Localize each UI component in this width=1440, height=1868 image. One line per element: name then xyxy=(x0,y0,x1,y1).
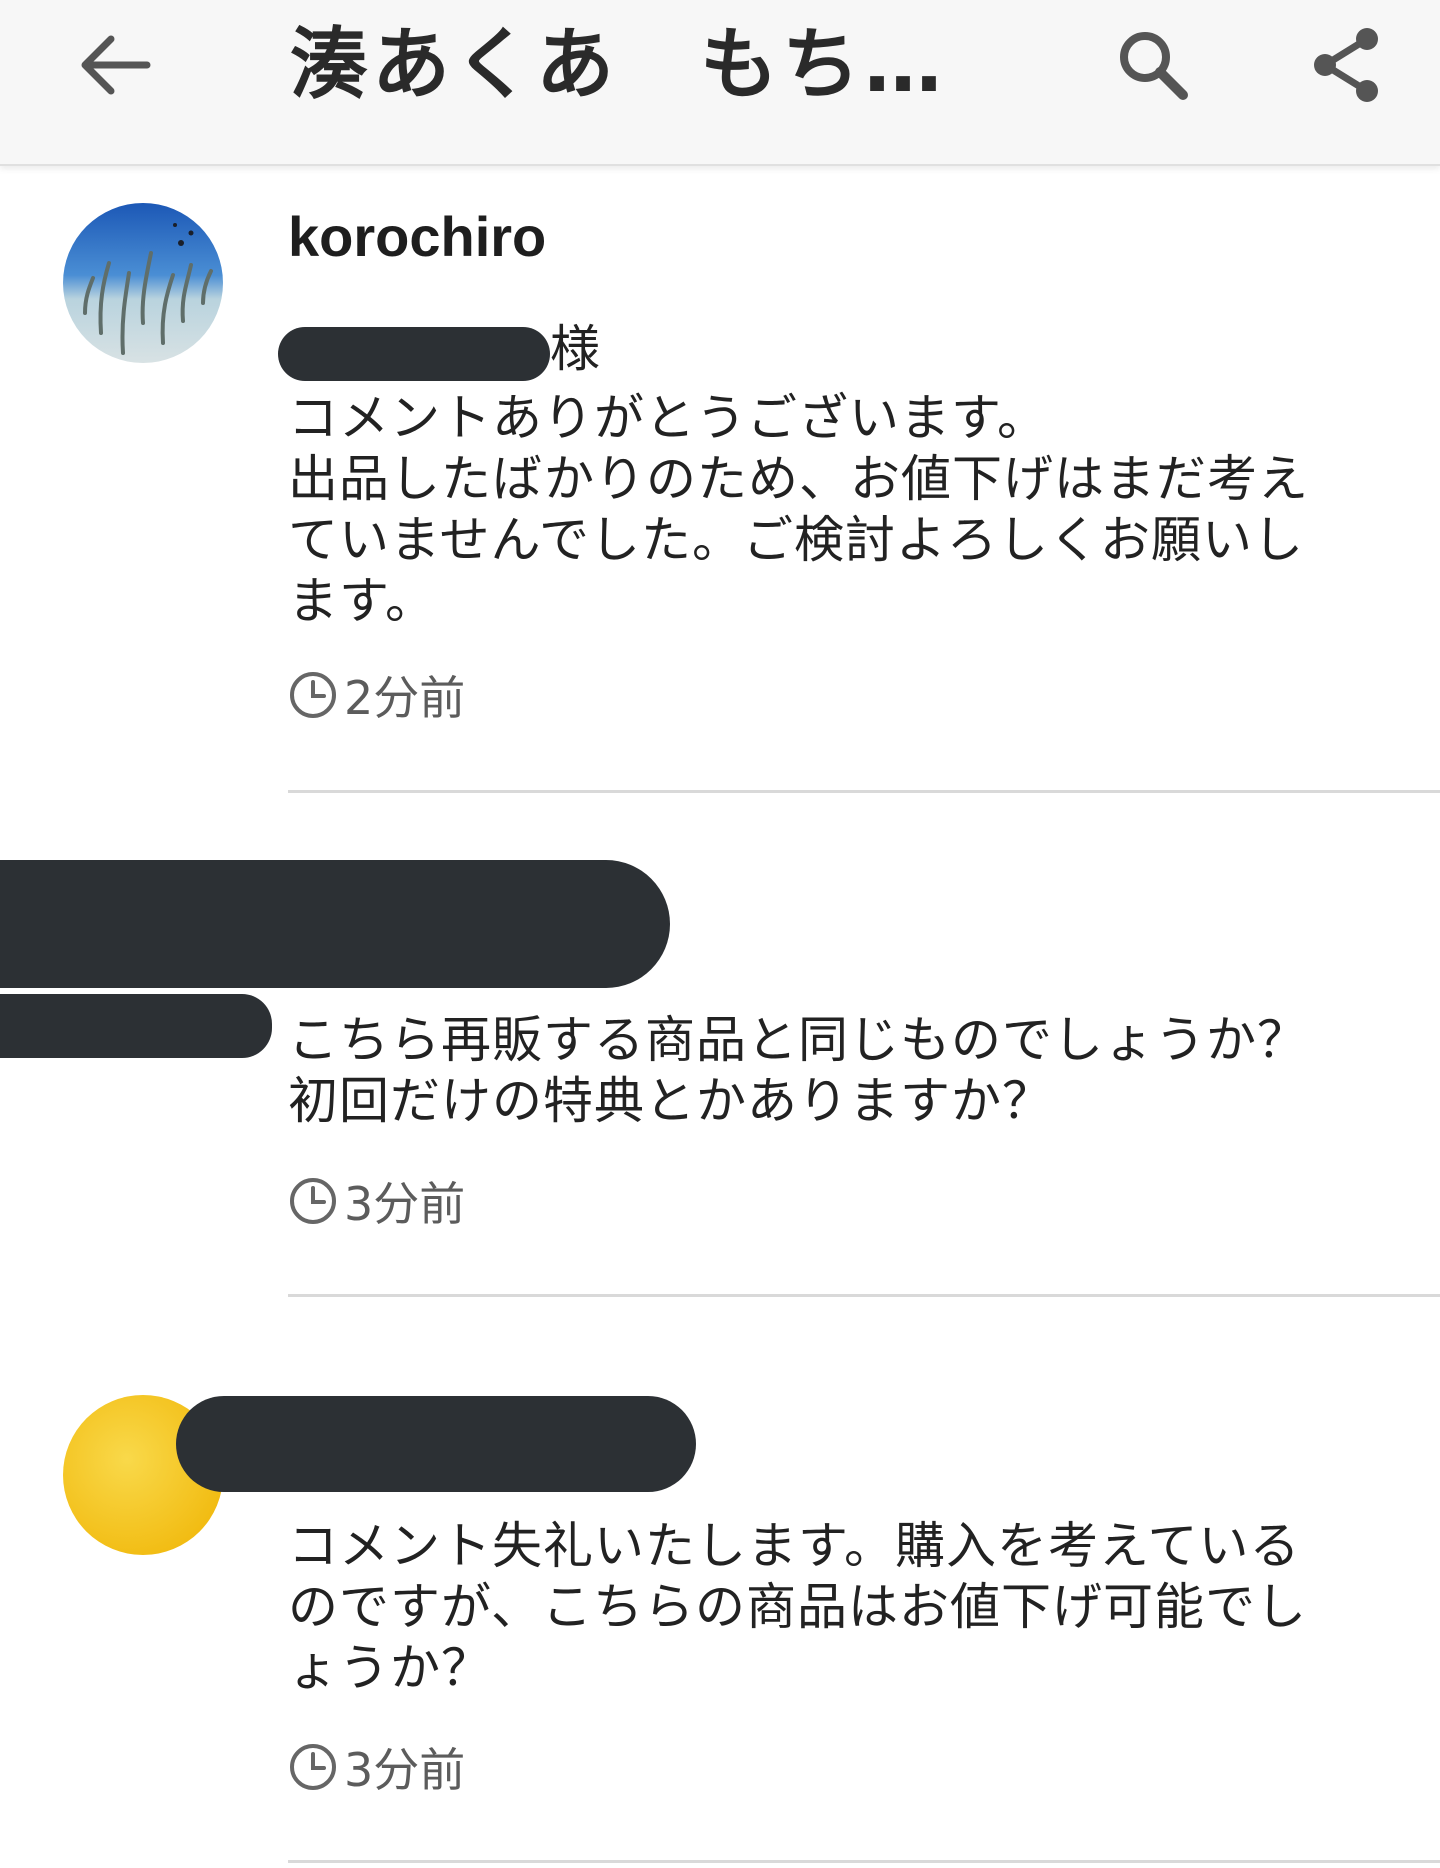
comment-item: korochiro 様 コメントありがとうございます。 出品したばかりのため、お… xyxy=(0,164,1440,794)
redacted-name-line xyxy=(0,994,272,1058)
comment-timestamp: 3分前 xyxy=(288,1740,465,1797)
comment-body: コメントありがとうございます。 出品したばかりのため、お値下げはまだ考え ていま… xyxy=(288,388,1348,632)
timestamp-text: 3分前 xyxy=(344,1177,466,1231)
comment-item: コメント失礼いたします。購入を考えている のですが、こちらの商品はお値下げ可能で… xyxy=(0,1300,1440,1868)
comment-line: コメント失礼いたします。購入を考えている xyxy=(288,1517,1301,1575)
comment-line: のですが、こちらの商品はお値下げ可能でし xyxy=(288,1578,1307,1636)
clock-icon xyxy=(288,1176,338,1226)
garden-eel-photo-icon xyxy=(63,203,223,363)
timestamp-text: 2分前 xyxy=(344,671,466,725)
comment-body: コメント失礼いたします。購入を考えている のですが、こちらの商品はお値下げ可能で… xyxy=(288,1516,1348,1699)
back-button[interactable] xyxy=(60,12,170,122)
search-button[interactable] xyxy=(1098,12,1208,122)
comment-item: こちら再販する商品と同じものでしょうか？ 初回だけの特典とかありますか？ 3分前 xyxy=(0,800,1440,1300)
clock-icon xyxy=(288,670,338,720)
timestamp-text: 3分前 xyxy=(344,1743,466,1797)
redacted-name xyxy=(278,327,550,381)
comment-divider xyxy=(288,790,1440,793)
comment-line: こちら再販する商品と同じものでしょうか？ xyxy=(288,1011,1308,1069)
comment-body: こちら再販する商品と同じものでしょうか？ 初回だけの特典とかありますか？ xyxy=(288,1010,1348,1132)
arrow-left-icon xyxy=(79,35,151,99)
share-icon xyxy=(1307,27,1383,107)
comment-divider xyxy=(288,1860,1440,1863)
comment-timestamp: 3分前 xyxy=(288,1174,465,1231)
page-title: 湊あくあ もちど… xyxy=(290,20,1010,110)
comment-timestamp: 2分前 xyxy=(288,668,465,725)
comment-line: ょうか？ xyxy=(288,1639,492,1697)
comment-line: コメントありがとうございます。 xyxy=(288,389,1048,447)
comment-line: 出品したばかりのため、お値下げはまだ考え xyxy=(288,450,1309,508)
search-icon xyxy=(1115,27,1191,107)
username[interactable]: korochiro xyxy=(288,204,546,269)
comment-line: 初回だけの特典とかありますか？ xyxy=(288,1072,1053,1130)
comment-line: ていませんでした。ご検討よろしくお願いし xyxy=(288,511,1304,569)
clock-icon xyxy=(288,1742,338,1792)
share-button[interactable] xyxy=(1290,12,1400,122)
addressee-line: 様 xyxy=(278,319,678,389)
comment-divider xyxy=(288,1294,1440,1297)
redacted-username[interactable] xyxy=(176,1396,696,1492)
app-bar: 湊あくあ もちど… xyxy=(0,0,1440,166)
comment-line: ます。 xyxy=(288,572,436,630)
avatar[interactable] xyxy=(63,203,223,363)
redacted-avatar-and-name[interactable] xyxy=(0,860,670,988)
addressee-suffix: 様 xyxy=(550,320,600,378)
